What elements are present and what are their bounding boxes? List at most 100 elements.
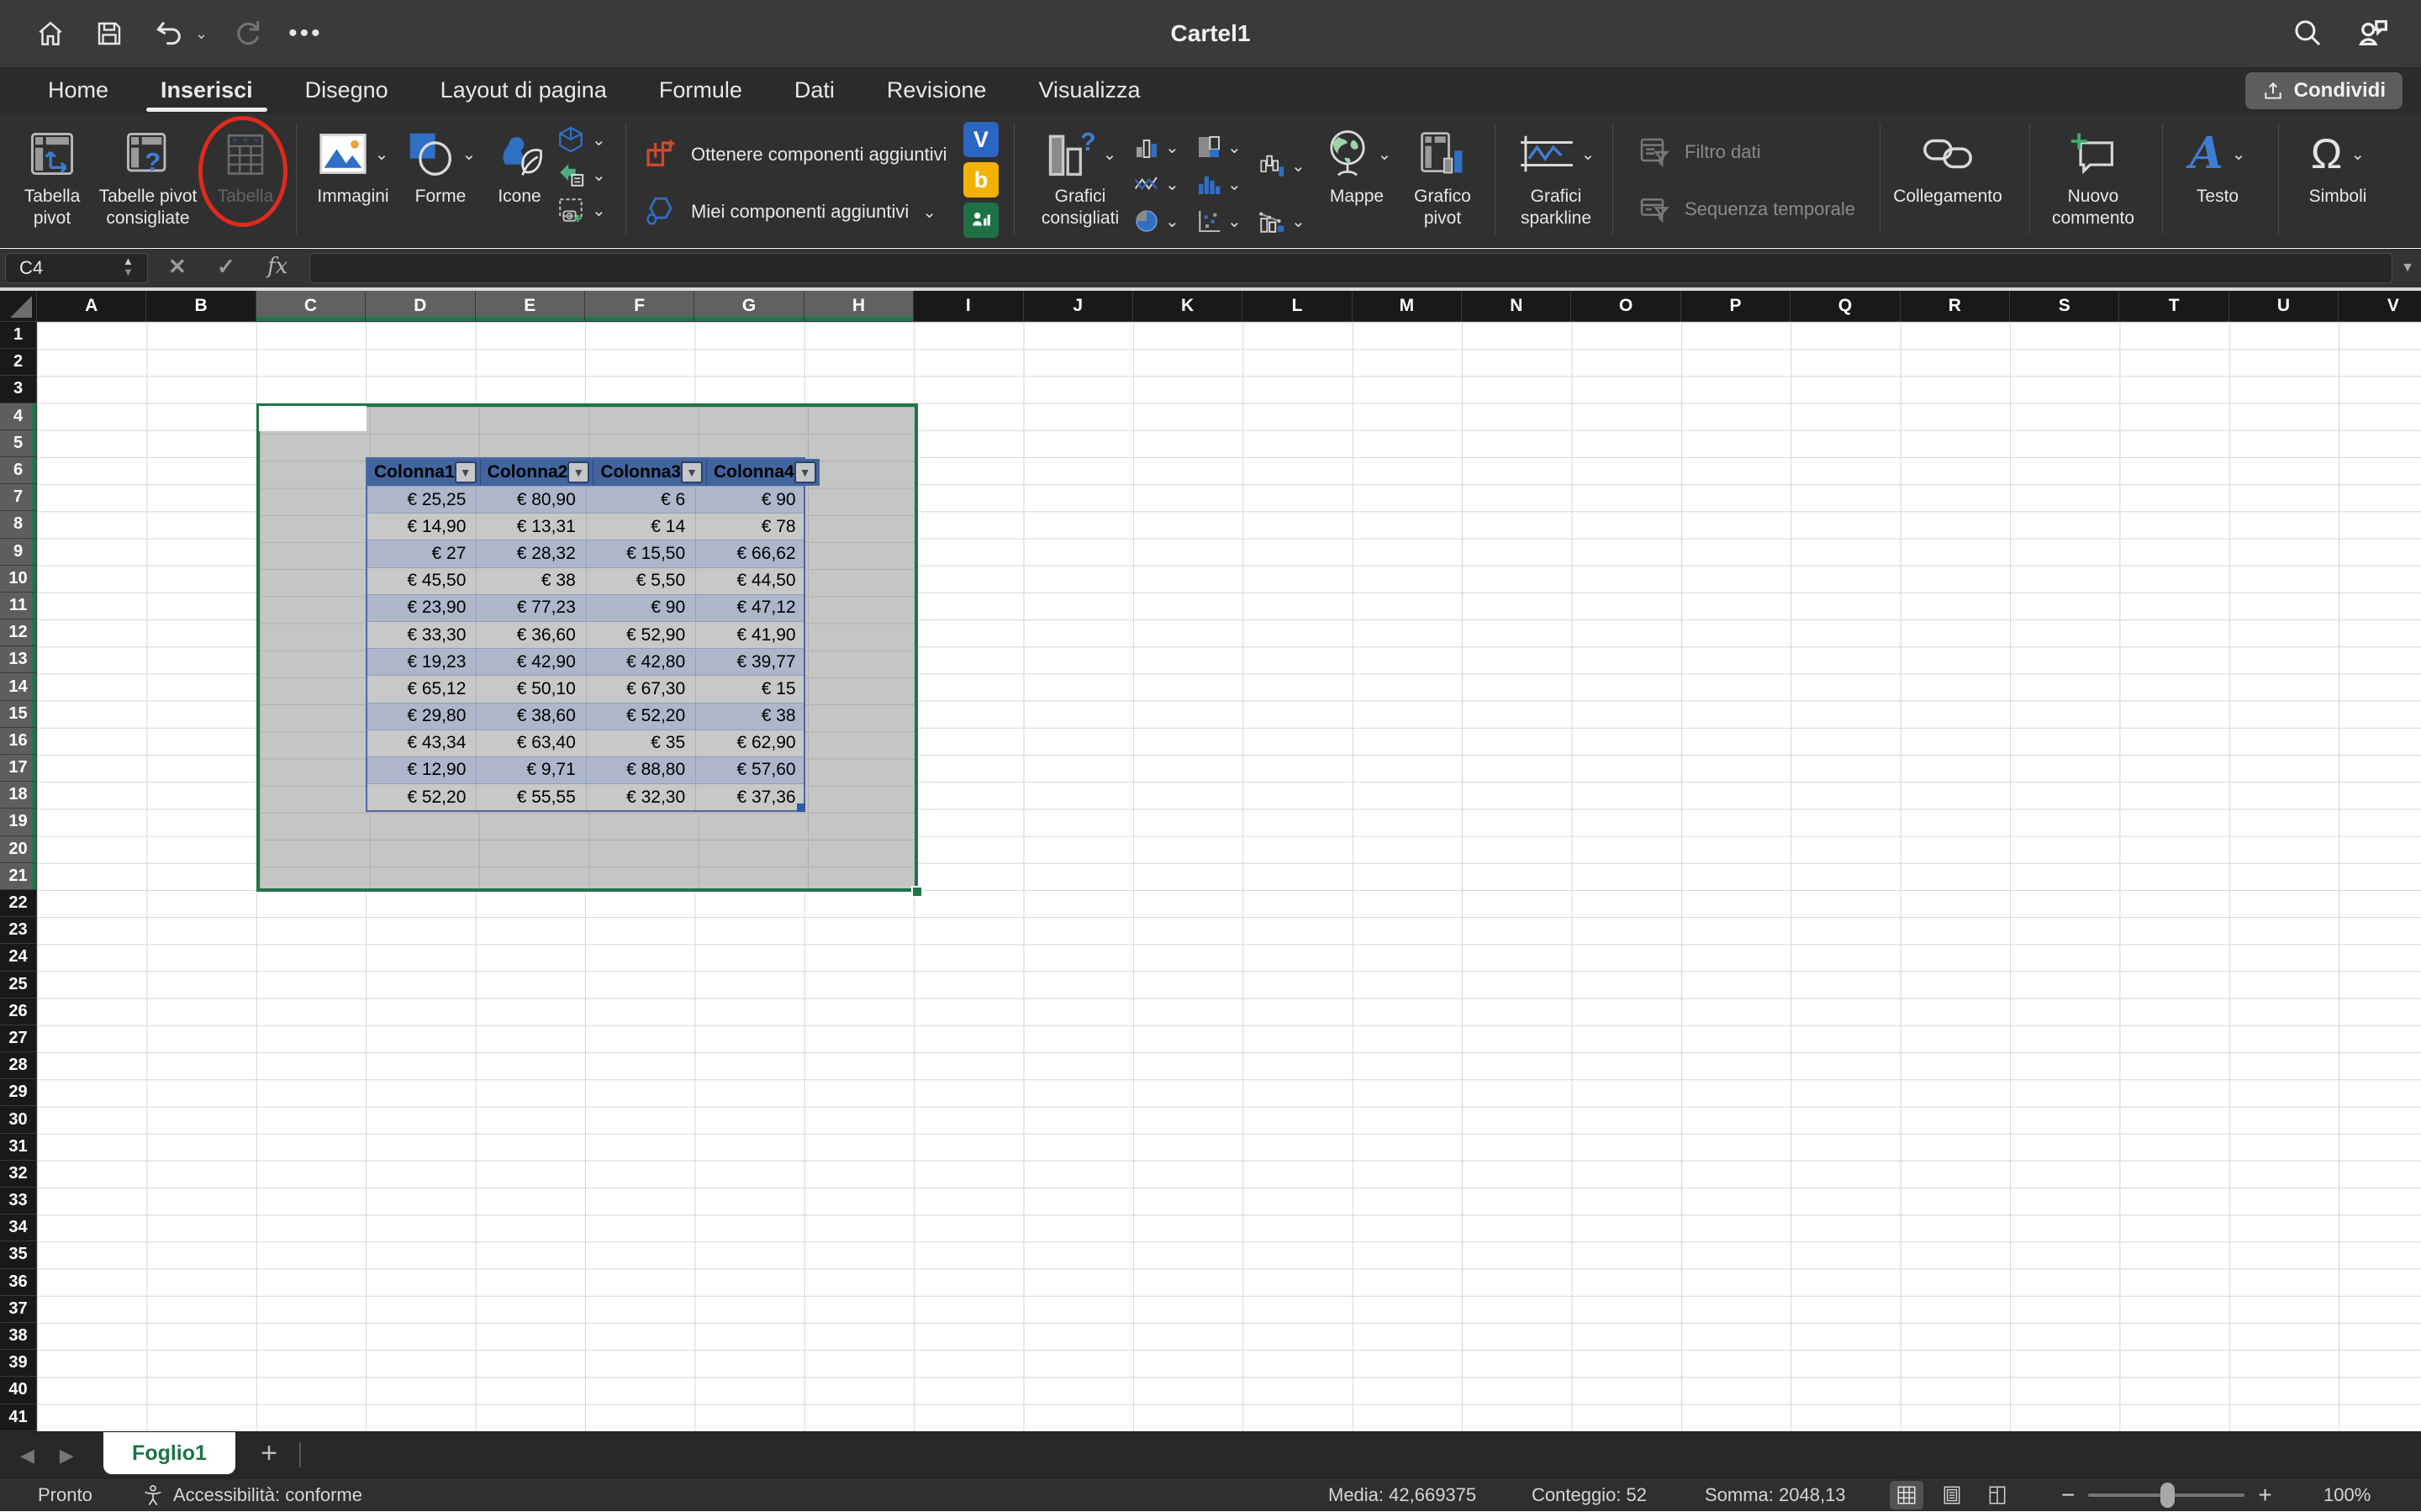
table-cell[interactable]: € 41,90 [696, 622, 805, 648]
tab-layout-di-pagina[interactable]: Layout di pagina [414, 67, 633, 113]
formula-bar-expand-icon[interactable]: ▼ [2401, 261, 2414, 276]
table-header-colonna1[interactable]: Colonna1▼ [367, 459, 481, 486]
column-header-Q[interactable]: Q [1791, 291, 1900, 322]
row-header-23[interactable]: 23 [0, 917, 37, 944]
sparklines-dropdown-icon[interactable]: ⌄ [1581, 144, 1596, 165]
row-header-12[interactable]: 12 [0, 619, 37, 646]
table-header-colonna4[interactable]: Colonna4▼ [707, 459, 820, 486]
row-header-37[interactable]: 37 [0, 1296, 37, 1323]
row-header-29[interactable]: 29 [0, 1079, 37, 1106]
formula-input[interactable] [309, 253, 2392, 283]
row-header-31[interactable]: 31 [0, 1134, 37, 1161]
sheet-tab-foglio1[interactable]: Foglio1 [103, 1432, 235, 1474]
screenshot-dropdown-icon[interactable]: ⌄ [592, 200, 606, 221]
row-header-17[interactable]: 17 [0, 755, 37, 782]
my-add-ins-button[interactable]: Miei componenti aggiuntivi ⌄ [642, 194, 936, 229]
row-header-16[interactable]: 16 [0, 728, 37, 755]
search-icon[interactable] [2290, 15, 2325, 50]
screenshot-button[interactable]: ⌄ [556, 196, 606, 224]
table-cell[interactable]: € 67,30 [587, 676, 696, 702]
zoom-out-icon[interactable]: − [2061, 1482, 2075, 1509]
row-header-25[interactable]: 25 [0, 972, 37, 998]
table-cell[interactable]: € 25,25 [367, 487, 477, 513]
row-header-14[interactable]: 14 [0, 673, 37, 700]
shapes-button[interactable]: ⌄ Forme [402, 122, 479, 208]
row-header-15[interactable]: 15 [0, 701, 37, 728]
column-header-P[interactable]: P [1681, 291, 1791, 322]
more-commands-icon[interactable]: ••• [288, 25, 323, 42]
active-cell-C4[interactable] [259, 406, 367, 431]
timeline-button[interactable]: Sequenza temporale [1638, 192, 1855, 226]
link-button[interactable]: Collegamento [1893, 122, 2002, 208]
row-header-6[interactable]: 6 [0, 457, 37, 484]
table-cell[interactable]: € 55,55 [477, 784, 586, 810]
table-cell[interactable]: € 29,80 [367, 703, 477, 730]
undo-dropdown-icon[interactable]: ⌄ [195, 25, 208, 43]
table-cell[interactable]: € 50,10 [477, 676, 586, 702]
share-button[interactable]: Condividi [2245, 72, 2403, 109]
row-header-28[interactable]: 28 [0, 1052, 37, 1079]
table-cell[interactable]: € 27 [367, 540, 477, 566]
table-cell[interactable]: € 66,62 [696, 540, 805, 566]
row-header-35[interactable]: 35 [0, 1241, 37, 1268]
bing-maps-addin-icon[interactable]: b [963, 162, 999, 198]
home-icon[interactable] [32, 15, 69, 52]
row-header-9[interactable]: 9 [0, 539, 37, 566]
table-cell[interactable]: € 52,20 [587, 703, 696, 730]
row-header-4[interactable]: 4 [0, 403, 37, 430]
selection-fill-handle[interactable] [911, 886, 923, 898]
table-cell[interactable]: € 36,60 [477, 622, 586, 648]
table-cell[interactable]: € 12,90 [367, 757, 477, 783]
row-header-2[interactable]: 2 [0, 349, 37, 376]
zoom-slider[interactable] [2088, 1494, 2244, 1497]
column-header-D[interactable]: D [366, 291, 475, 322]
row-header-40[interactable]: 40 [0, 1377, 37, 1404]
table-cell[interactable]: € 32,30 [587, 784, 696, 810]
new-comment-button[interactable]: Nuovo commento [2041, 122, 2145, 229]
table-cell[interactable]: € 6 [587, 487, 696, 513]
pictures-dropdown-icon[interactable]: ⌄ [375, 144, 389, 165]
table-header-colonna3[interactable]: Colonna3▼ [593, 459, 707, 486]
zoom-slider-knob[interactable] [2160, 1483, 2175, 1508]
column-header-V[interactable]: V [2339, 291, 2421, 322]
smartart-button[interactable]: ⌄ [556, 161, 606, 189]
table-cell[interactable]: € 80,90 [477, 487, 586, 513]
column-header-U[interactable]: U [2229, 291, 2339, 322]
table-cell[interactable]: € 63,40 [477, 730, 586, 756]
table-cell[interactable]: € 38 [696, 703, 805, 730]
symbols-dropdown-icon[interactable]: ⌄ [2350, 144, 2365, 165]
table-cell[interactable]: € 77,23 [477, 595, 586, 621]
recommended-charts-dropdown-icon[interactable]: ⌄ [1103, 144, 1117, 165]
my-add-ins-dropdown-icon[interactable]: ⌄ [922, 202, 936, 223]
table-cell[interactable]: € 14 [587, 514, 696, 540]
table-cell[interactable]: € 90 [587, 595, 696, 621]
get-add-ins-button[interactable]: Ottenere componenti aggiuntivi [642, 137, 947, 172]
table-cell[interactable]: € 28,32 [477, 540, 586, 566]
save-icon[interactable] [91, 15, 128, 52]
table-cell[interactable]: € 88,80 [587, 757, 696, 783]
row-header-13[interactable]: 13 [0, 646, 37, 673]
table-cell[interactable]: € 42,80 [587, 649, 696, 675]
table-cell[interactable]: € 78 [696, 514, 805, 540]
icons-button[interactable]: Icone [484, 122, 555, 208]
row-header-30[interactable]: 30 [0, 1106, 37, 1133]
table-cell[interactable]: € 52,20 [367, 784, 477, 810]
column-header-G[interactable]: G [694, 291, 804, 322]
row-header-33[interactable]: 33 [0, 1188, 37, 1214]
name-box-spinner[interactable]: ▲▼ [123, 256, 134, 277]
symbols-button[interactable]: Ω ⌄ Simboli [2292, 122, 2384, 208]
table-cell[interactable]: € 90 [696, 487, 805, 513]
tab-home[interactable]: Home [22, 67, 134, 113]
column-header-O[interactable]: O [1571, 291, 1680, 322]
filter-dropdown-icon[interactable]: ▼ [455, 461, 477, 483]
row-header-26[interactable]: 26 [0, 998, 37, 1025]
column-header-B[interactable]: B [146, 291, 256, 322]
table-cell[interactable]: € 62,90 [696, 730, 805, 756]
row-header-1[interactable]: 1 [0, 322, 37, 349]
undo-icon[interactable] [150, 15, 187, 52]
column-header-E[interactable]: E [476, 291, 585, 322]
table-header-colonna2[interactable]: Colonna2▼ [481, 459, 594, 486]
combo-chart-button[interactable]: ⌄ [1258, 207, 1320, 235]
waterfall-chart-button[interactable]: ⌄ [1258, 151, 1320, 180]
row-header-36[interactable]: 36 [0, 1269, 37, 1296]
